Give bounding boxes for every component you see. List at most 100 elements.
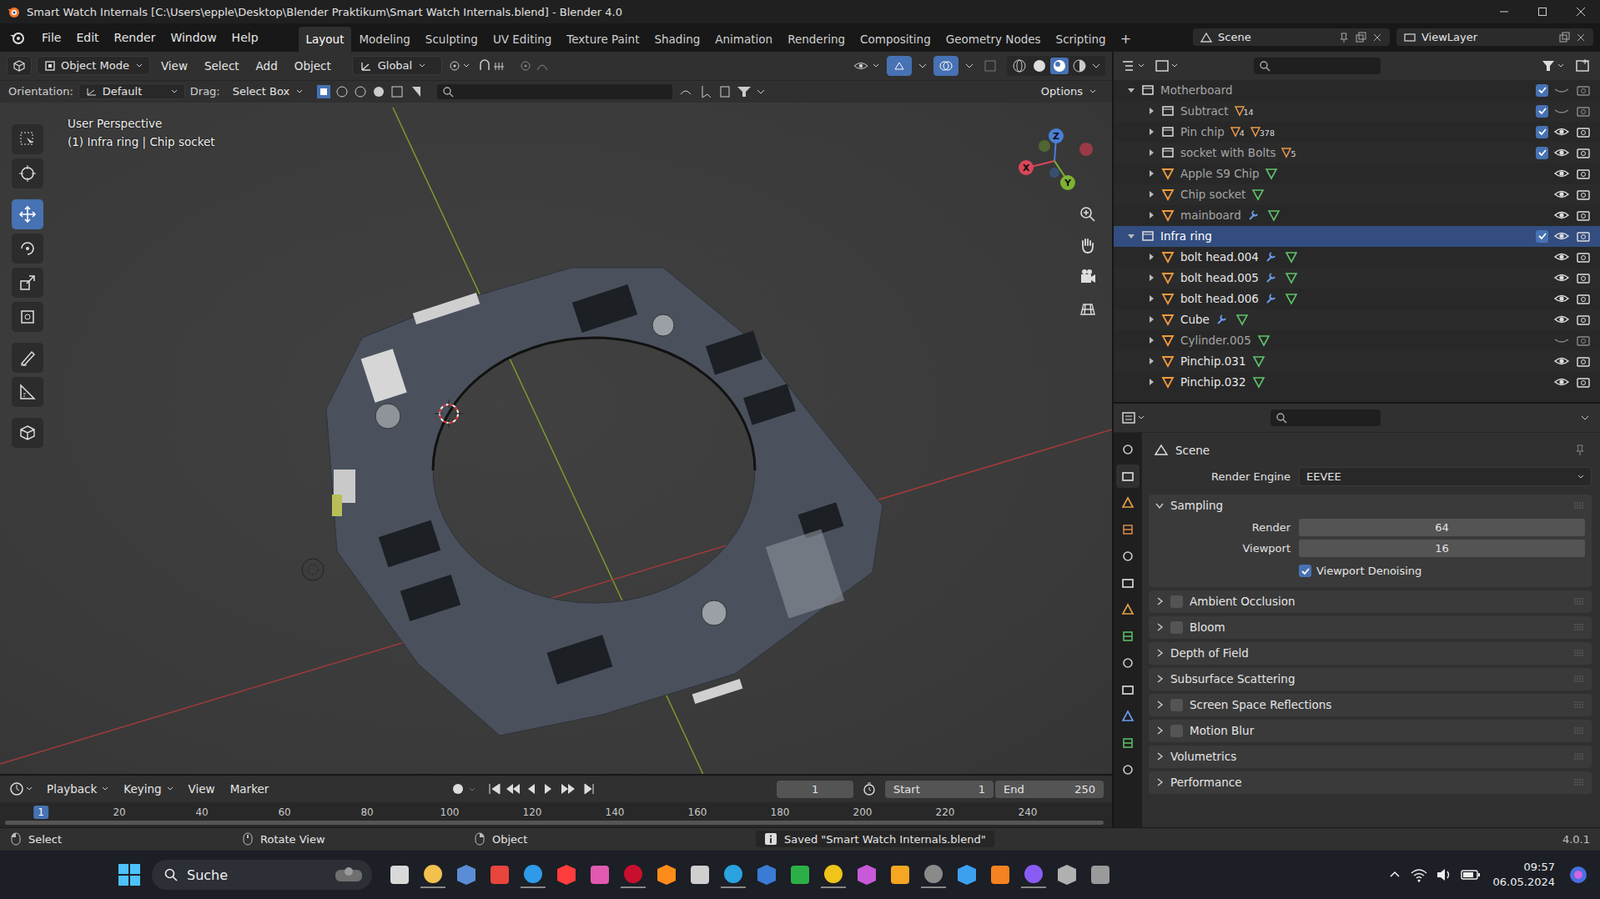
remove-icon[interactable]: [1371, 31, 1384, 44]
timeline-menu-item[interactable]: Playback: [41, 780, 114, 798]
properties-panel[interactable]: Bloom: [1148, 616, 1592, 639]
taskbar-app-icon[interactable]: [620, 861, 646, 889]
eye-open-icon[interactable]: [1553, 271, 1570, 285]
panel-checkbox[interactable]: [1170, 724, 1183, 738]
mode-dropdown[interactable]: Object Mode: [36, 55, 151, 76]
overlay-toggle[interactable]: [933, 55, 959, 76]
drag-handle-icon[interactable]: [1573, 674, 1585, 684]
properties-panel[interactable]: Volumetrics: [1148, 745, 1592, 769]
taskbar-app-icon[interactable]: [854, 862, 880, 888]
timeline-menu-item[interactable]: Keying: [118, 780, 178, 798]
eye-open-icon[interactable]: [1553, 312, 1570, 327]
eye-open-icon[interactable]: [1553, 125, 1570, 139]
drag-handle-icon[interactable]: [1573, 752, 1585, 761]
close-icon[interactable]: [1561, 0, 1600, 24]
expand-arrow-icon[interactable]: [1147, 106, 1156, 116]
chevron-icon[interactable]: [1090, 57, 1102, 75]
snap-icon[interactable]: [477, 58, 514, 74]
outliner-row[interactable]: Subtract14: [1113, 100, 1600, 122]
outliner-row[interactable]: Chip socket: [1113, 184, 1600, 206]
expand-arrow-icon[interactable]: [1147, 211, 1156, 220]
render-toggle-icon[interactable]: [1574, 291, 1592, 306]
taskbar-app-icon[interactable]: [920, 861, 946, 889]
taskbar-app-icon[interactable]: [1021, 861, 1047, 889]
render-toggle-icon[interactable]: [1574, 312, 1592, 327]
workspace-tab[interactable]: UV Editing: [485, 26, 559, 52]
eye-closed-icon[interactable]: [1553, 83, 1570, 97]
properties-panel[interactable]: Depth of Field: [1148, 642, 1592, 665]
workspace-tab[interactable]: Compositing: [852, 26, 939, 52]
workspace-tab[interactable]: Texture Paint: [558, 26, 647, 52]
taskbar-search[interactable]: Suche: [151, 860, 373, 891]
tool-extra-icons[interactable]: [677, 83, 778, 101]
panel-checkbox[interactable]: [1170, 699, 1183, 712]
scene-selector[interactable]: Scene: [1192, 28, 1390, 46]
gizmo-toggle[interactable]: [886, 55, 912, 76]
taskbar-app-icon[interactable]: [654, 862, 680, 888]
eye-open-icon[interactable]: [1553, 187, 1570, 202]
taskbar-app-icon[interactable]: [587, 862, 613, 888]
pin-icon[interactable]: [1338, 31, 1350, 44]
pivot-icon[interactable]: [447, 58, 473, 74]
timeline-scrollbar[interactable]: [5, 820, 1104, 826]
tool-button[interactable]: [11, 124, 44, 155]
blender-menu-icon[interactable]: [8, 30, 27, 46]
render-toggle-icon[interactable]: [1574, 250, 1592, 264]
properties-tab[interactable]: [1116, 758, 1140, 782]
expand-arrow-icon[interactable]: [1147, 377, 1156, 387]
render-toggle-icon[interactable]: [1574, 145, 1592, 160]
workspace-tab[interactable]: Sculpting: [417, 26, 486, 52]
denoising-checkbox[interactable]: [1298, 564, 1312, 578]
xray-icon[interactable]: [980, 58, 1002, 74]
outliner-row[interactable]: mainboard: [1113, 205, 1600, 227]
menu-item[interactable]: File: [35, 27, 68, 48]
outliner-row[interactable]: Cube: [1113, 309, 1600, 331]
light-object[interactable]: [301, 558, 324, 581]
current-frame-field[interactable]: 1: [776, 780, 854, 799]
exclude-checkbox[interactable]: [1535, 230, 1549, 243]
clock[interactable]: 09:5706.05.2024: [1488, 860, 1560, 891]
sample-count-field[interactable]: 64: [1298, 518, 1585, 537]
expand-arrow-icon[interactable]: [1147, 273, 1156, 282]
workspace-tab[interactable]: Geometry Nodes: [938, 26, 1049, 52]
copilot-icon[interactable]: [1566, 863, 1590, 887]
tool-button[interactable]: [11, 377, 44, 408]
eye-open-icon[interactable]: [1553, 354, 1570, 368]
viewport-menu-item[interactable]: Add: [250, 56, 284, 76]
properties-panel[interactable]: Screen Space Reflections: [1148, 694, 1592, 717]
drag-handle-icon[interactable]: [1573, 726, 1585, 735]
eye-open-icon[interactable]: [1553, 250, 1570, 264]
properties-panel[interactable]: Performance: [1148, 771, 1592, 795]
properties-panel[interactable]: Subsurface Scattering: [1148, 668, 1592, 691]
viewport-menu-item[interactable]: View: [155, 56, 194, 76]
outliner-search-field[interactable]: [1253, 57, 1381, 75]
outliner-row[interactable]: bolt head.005: [1113, 267, 1600, 289]
end-frame-field[interactable]: End250: [995, 780, 1104, 799]
outliner-row[interactable]: Infra ring: [1113, 226, 1600, 247]
expand-arrow-icon[interactable]: [1147, 169, 1156, 178]
pin-icon[interactable]: [1573, 443, 1587, 458]
outliner-row[interactable]: bolt head.004: [1113, 246, 1600, 268]
tray-chevron-icon[interactable]: [1386, 866, 1404, 884]
speaker-icon[interactable]: [1434, 866, 1454, 884]
render-toggle-icon[interactable]: [1574, 125, 1592, 139]
outliner-row[interactable]: Pin chip4378: [1113, 121, 1600, 143]
outliner-row[interactable]: Motherboard: [1113, 80, 1600, 101]
eye-open-icon[interactable]: [1553, 291, 1570, 306]
render-toggle-icon[interactable]: [1574, 166, 1592, 181]
drag-handle-icon[interactable]: [1573, 778, 1585, 787]
3d-cursor[interactable]: [434, 399, 463, 428]
infra-ring-board[interactable]: [326, 267, 883, 736]
taskbar-app-icon[interactable]: [420, 861, 446, 889]
tool-button[interactable]: [11, 233, 44, 264]
properties-search-field[interactable]: [1270, 409, 1381, 427]
timeline-menu-item[interactable]: Marker: [225, 780, 275, 798]
taskbar-app-icon[interactable]: [754, 862, 780, 888]
render-toggle-icon[interactable]: [1574, 333, 1592, 348]
start-frame-field[interactable]: Start1: [885, 780, 994, 799]
zoom-icon[interactable]: [1076, 202, 1100, 227]
stopwatch-icon[interactable]: [858, 780, 881, 798]
new-collection-icon[interactable]: [1573, 57, 1594, 75]
drag-handle-icon[interactable]: [1573, 623, 1585, 632]
visibility-icon[interactable]: [851, 58, 882, 74]
